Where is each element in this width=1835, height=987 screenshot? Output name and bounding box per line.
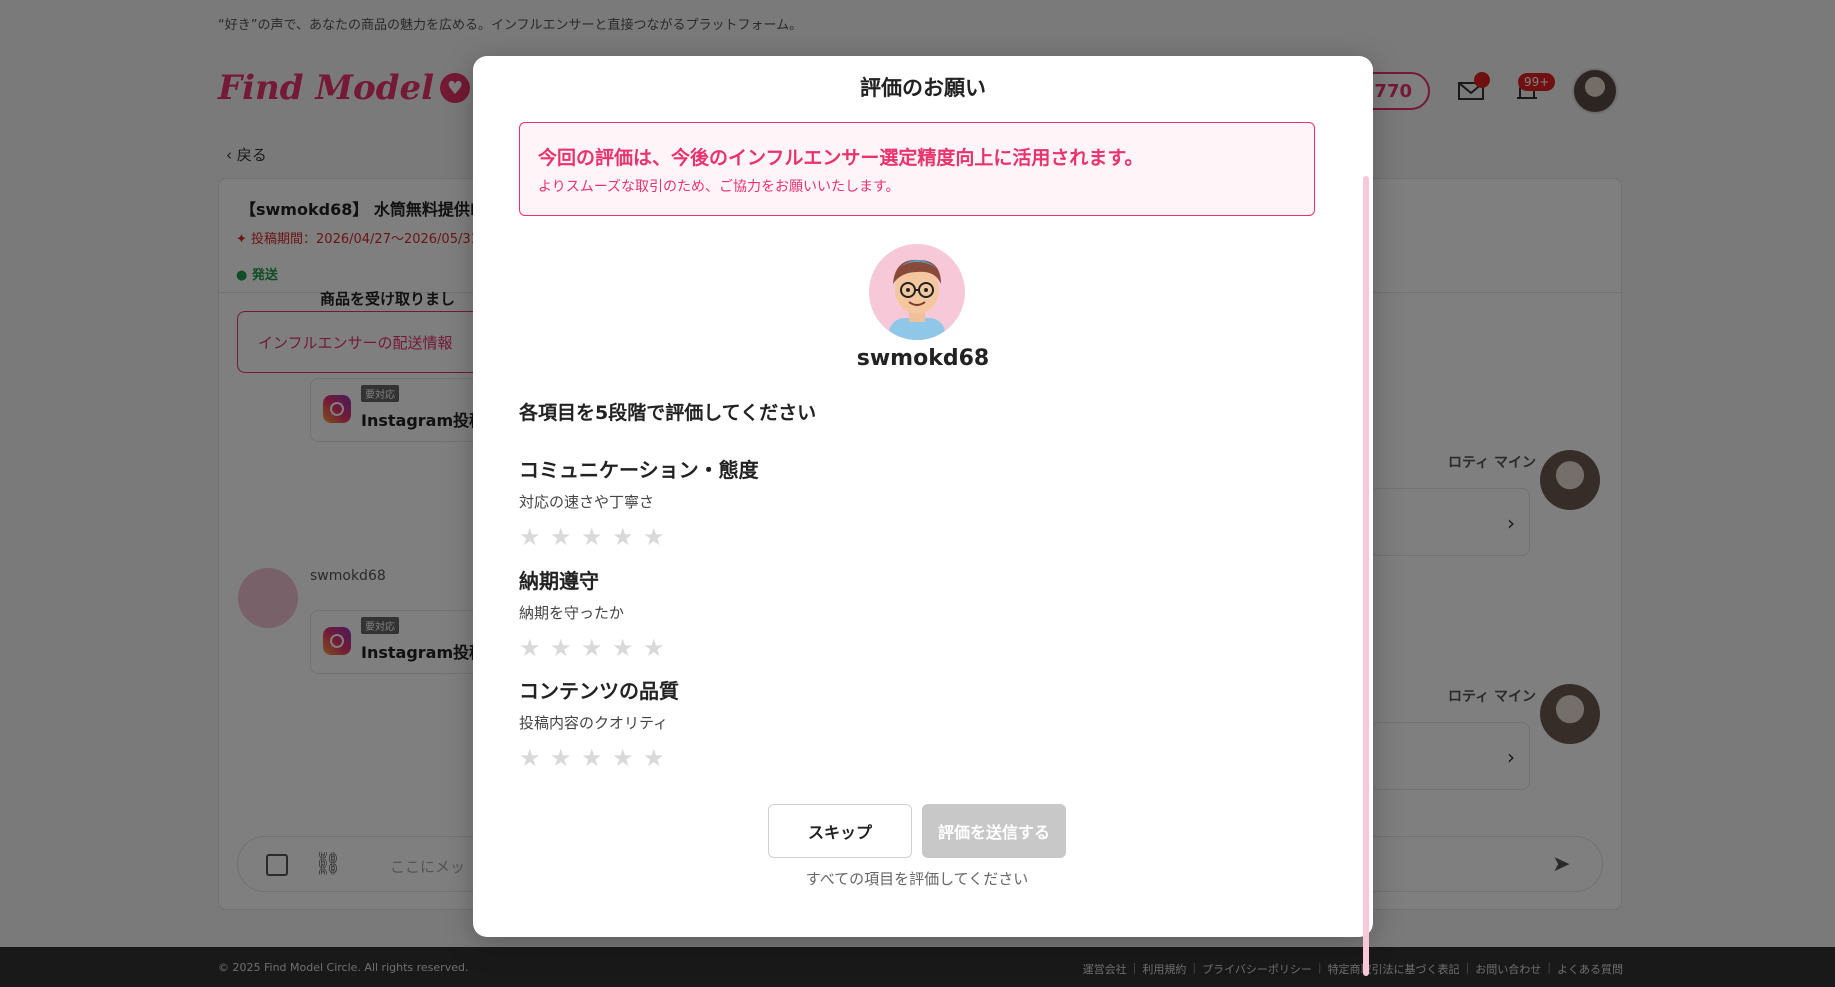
criterion-communication: コミュニケーション・態度 対応の速さや丁寧さ ★ ★ ★ ★ ★ <box>519 454 1119 549</box>
criterion-title: 納期遵守 <box>519 569 599 593</box>
criterion-description: 対応の速さや丁寧さ <box>519 493 655 511</box>
influencer-avatar <box>869 244 965 340</box>
rating-instruction: 各項目を5段階で評価してください <box>519 402 817 424</box>
modal-title: 評価のお願い <box>860 76 986 100</box>
influencer-name: swmokd68 <box>856 346 990 371</box>
criterion-title: コミュニケーション・態度 <box>519 458 759 482</box>
validation-hint: すべての項目を評価してください <box>805 870 1029 888</box>
star-rating: ★ ★ ★ ★ ★ <box>519 746 1119 770</box>
star-icon[interactable]: ★ <box>581 746 603 770</box>
star-icon[interactable]: ★ <box>519 636 541 660</box>
star-icon[interactable]: ★ <box>612 636 634 660</box>
criterion-description: 投稿内容のクオリティ <box>519 714 669 732</box>
star-icon[interactable]: ★ <box>581 525 603 549</box>
criterion-description: 納期を守ったか <box>519 604 625 622</box>
star-icon[interactable]: ★ <box>519 746 541 770</box>
star-icon[interactable]: ★ <box>550 525 572 549</box>
star-rating: ★ ★ ★ ★ ★ <box>519 636 1119 660</box>
star-icon[interactable]: ★ <box>612 525 634 549</box>
star-icon[interactable]: ★ <box>550 746 572 770</box>
star-rating: ★ ★ ★ ★ ★ <box>519 525 1119 549</box>
star-icon[interactable]: ★ <box>643 636 665 660</box>
star-icon[interactable]: ★ <box>581 636 603 660</box>
star-icon[interactable]: ★ <box>643 746 665 770</box>
influencer-avatar-illustration <box>889 259 945 340</box>
skip-button[interactable]: スキップ <box>768 804 912 858</box>
submit-rating-button[interactable]: 評価を送信する <box>922 804 1066 858</box>
notice-subtext: よりスムーズな取引のため、ご協力をお願いいたします。 <box>538 179 900 195</box>
notice-title: 今回の評価は、今後のインフルエンサー選定精度向上に活用されます。 <box>538 147 1144 169</box>
modal-scrollbar[interactable] <box>1363 176 1369 976</box>
criterion-delivery: 納期遵守 納期を守ったか ★ ★ ★ ★ ★ <box>519 565 1119 660</box>
star-icon[interactable]: ★ <box>519 525 541 549</box>
rating-modal: 評価のお願い 今回の評価は、今後のインフルエンサー選定精度向上に活用されます。 … <box>473 56 1373 976</box>
star-icon[interactable]: ★ <box>612 746 634 770</box>
notice-box: 今回の評価は、今後のインフルエンサー選定精度向上に活用されます。 よりスムーズな… <box>519 122 1315 216</box>
criterion-content-quality: コンテンツの品質 投稿内容のクオリティ ★ ★ ★ ★ ★ <box>519 675 1119 770</box>
star-icon[interactable]: ★ <box>643 525 665 549</box>
criterion-title: コンテンツの品質 <box>519 679 679 703</box>
star-icon[interactable]: ★ <box>550 636 572 660</box>
